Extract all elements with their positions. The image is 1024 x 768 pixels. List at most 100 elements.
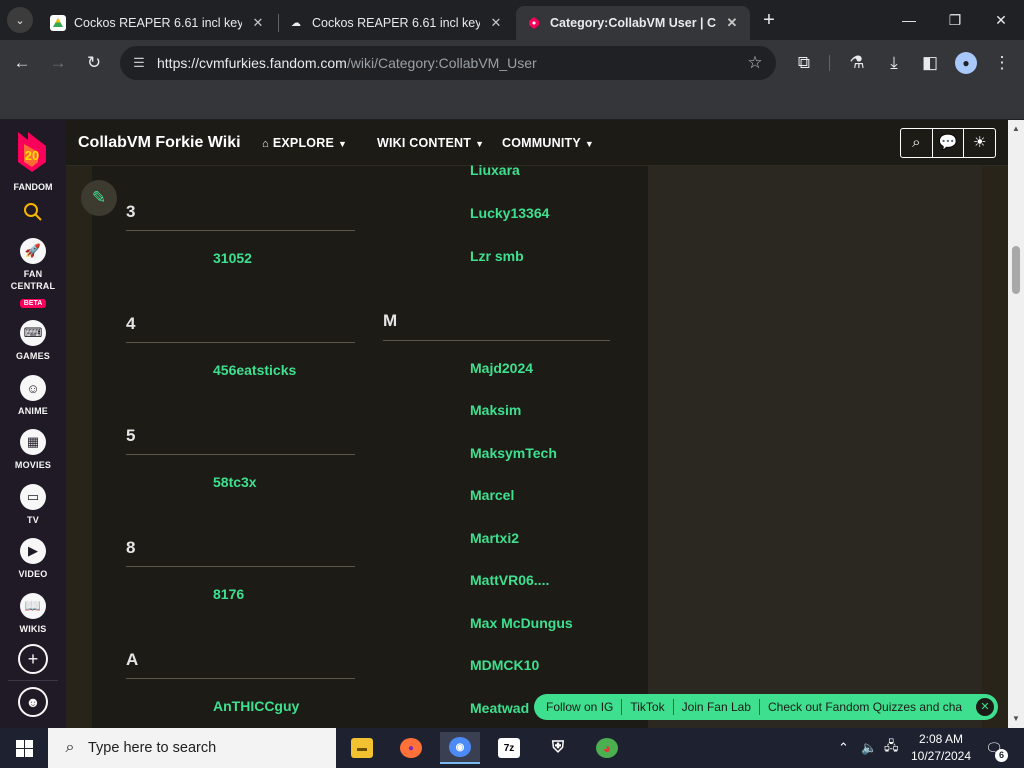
category-member-link[interactable]: MaksymTech [470,445,557,461]
reload-icon: ↻ [86,53,102,72]
follow-ig-link[interactable]: Follow on IG [534,699,623,715]
taskbar-firefox[interactable]: ● [391,732,431,764]
fandom-nav-wikis[interactable]: 📖 WIKIS [0,593,66,635]
category-member-link[interactable]: Max McDungus [470,615,573,631]
forward-button[interactable]: → [44,49,72,77]
tab-3-active[interactable]: Category:CollabVM User | Coll ✕ [516,6,750,40]
taskbar-clock[interactable]: 2:08 AM 10/27/2024 [906,731,976,765]
fandom-nav-movies[interactable]: ▦ MOVIES [0,429,66,471]
network-button[interactable]: 🖧 [884,728,899,768]
nav-label: WIKIS [19,624,47,634]
downloads-button[interactable]: ⤓ [880,49,908,77]
address-bar[interactable]: ☰ https://cvmfurkies.fandom.com/wiki/Cat… [120,46,776,80]
windows-taskbar: ⌕ Type here to search ▬ ● ◉ 7z ⛨ ◕ ⌃ 🔈 🖧… [0,728,1024,768]
fan-lab-link[interactable]: Join Fan Lab [674,699,760,715]
gamepad-icon: ⌨ [20,320,46,346]
taskbar-7zip[interactable]: 7z [489,732,529,764]
category-member-link[interactable]: Majd2024 [470,360,533,376]
taskbar-search[interactable]: ⌕ Type here to search [48,728,336,768]
category-member-link[interactable]: Meatwad [470,700,529,716]
close-icon[interactable]: ✕ [488,15,504,31]
category-member-link[interactable]: Lucky13364 [470,205,549,221]
page-scrollbar[interactable]: ▲ ▼ [1008,120,1024,728]
create-wiki-button[interactable]: + [18,644,48,674]
book-icon: 📖 [20,593,46,619]
tab-title: Cockos REAPER 6.61 incl keyge [312,16,480,30]
volume-button[interactable]: 🔈 [861,728,877,768]
close-icon[interactable]: ✕ [250,15,266,31]
category-member-link[interactable]: Maksim [470,402,521,418]
scroll-up-icon[interactable]: ▲ [1008,122,1024,136]
theme-toggle-button[interactable]: ☀ [964,129,995,157]
quizzes-link[interactable]: Check out Fandom Quizzes and cha [760,699,976,715]
taskbar-file-explorer[interactable]: ▬ [342,732,382,764]
side-panel-button[interactable]: ◧ [916,49,944,77]
file-explorer-icon: ▬ [351,738,373,758]
tab-search-button[interactable]: ⌄ [7,7,33,33]
fandom-nav-video[interactable]: ▶ VIDEO [0,538,66,580]
fandom-logo[interactable]: 20 [14,130,50,174]
scrollbar-thumb[interactable] [1012,246,1020,294]
sun-icon: ☀ [972,134,987,151]
category-member-link[interactable]: MDMCK10 [470,657,539,673]
fandom-search-icon[interactable] [21,202,45,226]
scroll-down-icon[interactable]: ▼ [1008,712,1024,726]
taskbar-chrome[interactable]: ◉ [440,732,480,764]
minimize-button[interactable]: — [886,0,932,40]
bookmark-star-icon[interactable]: ☆ [744,52,766,74]
restore-button[interactable]: ❐ [932,0,978,40]
fandom-nav-tv[interactable]: ▭ TV [0,484,66,526]
edit-button[interactable]: ✎ [81,180,117,216]
back-button[interactable]: ← [8,49,36,77]
site-info-icon[interactable]: ☰ [130,54,148,72]
url-text[interactable]: https://cvmfurkies.fandom.com/wiki/Categ… [157,55,537,71]
category-member-link[interactable]: Lzr smb [470,248,524,264]
close-icon[interactable]: ✕ [976,698,994,716]
profile-avatar[interactable]: ● [955,52,977,74]
taskbar-security[interactable]: ⛨ [538,732,578,764]
fandom-nav-games[interactable]: ⌨ GAMES [0,320,66,362]
reload-button[interactable]: ↻ [80,49,108,77]
tiktok-link[interactable]: TikTok [622,699,674,715]
tray-overflow-button[interactable]: ⌃ [838,728,849,768]
firefox-icon: ● [400,738,422,758]
close-icon[interactable]: ✕ [724,15,740,31]
category-letter: A [126,650,139,669]
menu-button[interactable]: ⋮ [988,49,1016,77]
nav-label: TV [27,515,39,525]
start-button[interactable] [0,728,48,768]
category-member-link[interactable]: 8176 [213,586,244,602]
taskbar-color-app[interactable]: ◕ [587,732,627,764]
labs-button[interactable]: ⚗ [843,49,871,77]
fandom-nav-anime[interactable]: ☺ ANIME [0,375,66,417]
category-member-link[interactable]: 31052 [213,250,252,266]
wiki-name[interactable]: CollabVM Forkie Wiki [78,134,241,152]
category-member-link[interactable]: 58tc3x [213,474,257,490]
nav-community[interactable]: COMMUNITY ▼ [502,136,594,150]
category-member-link[interactable]: Liuxara [470,162,520,178]
tab-title: Cockos REAPER 6.61 incl keyge [74,16,242,30]
wiki-tools: ⌕ 💬 ☀ [900,128,996,158]
wiki-search-button[interactable]: ⌕ [901,129,933,157]
extensions-button[interactable]: ⧉ [790,49,818,77]
new-tab-button[interactable]: + [758,9,780,31]
category-member-link[interactable]: Marcel [470,487,514,503]
discussions-button[interactable]: 💬 [933,129,965,157]
fandom-promo-bar: Follow on IG TikTok Join Fan Lab Check o… [534,694,998,720]
nav-label: MOVIES [14,460,52,470]
category-member-link[interactable]: AnTHICCguy [213,698,299,714]
nav-community-label: COMMUNITY [502,136,581,150]
account-button[interactable]: ☻ [18,687,48,717]
category-content [92,166,648,728]
tab-2[interactable]: ☁ Cockos REAPER 6.61 incl keyge ✕ [278,6,514,40]
nav-wiki-content[interactable]: WIKI CONTENT ▼ [377,136,484,150]
notification-center-button[interactable]: 🗨 6 [982,736,1008,762]
fandom-nav-fan-central[interactable]: 🚀 FAN CENTRAL BETA [0,238,66,310]
close-window-button[interactable]: ✕ [978,0,1024,40]
taskbar-search-placeholder: Type here to search [88,740,217,756]
tab-1[interactable]: Cockos REAPER 6.61 incl keyge ✕ [40,6,276,40]
category-member-link[interactable]: 456eatsticks [213,362,296,378]
category-member-link[interactable]: MattVR06.... [470,572,549,588]
nav-explore[interactable]: ⌂ EXPLORE ▼ [262,136,347,150]
category-member-link[interactable]: Martxi2 [470,530,519,546]
